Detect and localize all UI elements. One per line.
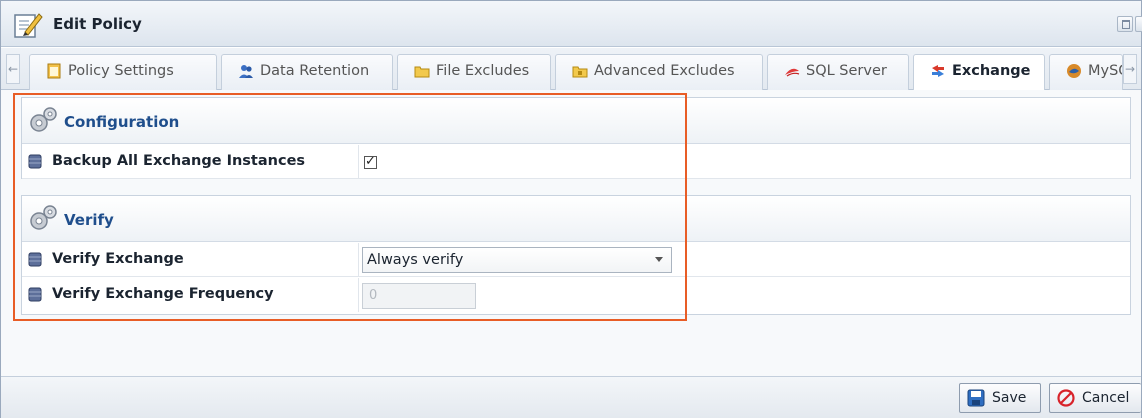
- floppy-disk-icon: [967, 389, 985, 407]
- tab-scroll-right-icon[interactable]: →: [1123, 54, 1137, 84]
- tab-scroll-left-icon[interactable]: ←: [6, 54, 20, 84]
- tab-file-excludes[interactable]: File Excludes: [397, 54, 551, 90]
- dialog-footer: Save Cancel: [1, 376, 1141, 418]
- tab-label: Data Retention: [260, 63, 370, 79]
- title-bar: Edit Policy: [1, 1, 1142, 47]
- exchange-icon: [932, 65, 944, 77]
- save-label: Save: [992, 390, 1027, 406]
- highlight-box: [13, 93, 687, 321]
- tab-policy-settings[interactable]: Policy Settings: [29, 54, 217, 90]
- tab-label: Policy Settings: [68, 63, 174, 79]
- tab-label: Advanced Excludes: [594, 63, 735, 79]
- cancel-button[interactable]: Cancel: [1049, 383, 1141, 413]
- edit-document-icon: [14, 13, 43, 38]
- edit-policy-window: Edit Policy ← Policy Settings Data Reten…: [0, 0, 1142, 418]
- users-icon: [239, 65, 253, 78]
- folder-icon: [414, 66, 430, 78]
- tab-label: File Excludes: [436, 63, 530, 79]
- tab-sql-server[interactable]: SQL Server: [767, 54, 909, 90]
- tab-strip: ← Policy Settings Data Retention File Ex…: [1, 48, 1141, 91]
- maximize-button[interactable]: [1117, 16, 1133, 32]
- tab-label: Exchange: [952, 63, 1031, 79]
- save-button[interactable]: Save: [959, 383, 1041, 413]
- cancel-icon: [1057, 389, 1075, 407]
- cancel-label: Cancel: [1082, 390, 1130, 406]
- sql-server-icon: [785, 68, 800, 77]
- tab-label: MySQ: [1088, 63, 1122, 79]
- folder-icon: [572, 66, 588, 78]
- tab-data-retention[interactable]: Data Retention: [221, 54, 393, 90]
- mysql-icon: [1067, 64, 1081, 78]
- tab-advanced-excludes[interactable]: Advanced Excludes: [555, 54, 763, 90]
- close-button[interactable]: [1135, 16, 1142, 32]
- window-title: Edit Policy: [53, 15, 142, 33]
- tab-mysql[interactable]: MySQ: [1049, 54, 1123, 90]
- tab-label: SQL Server: [806, 63, 887, 79]
- tab-exchange[interactable]: Exchange: [913, 54, 1045, 91]
- policy-icon: [47, 63, 61, 79]
